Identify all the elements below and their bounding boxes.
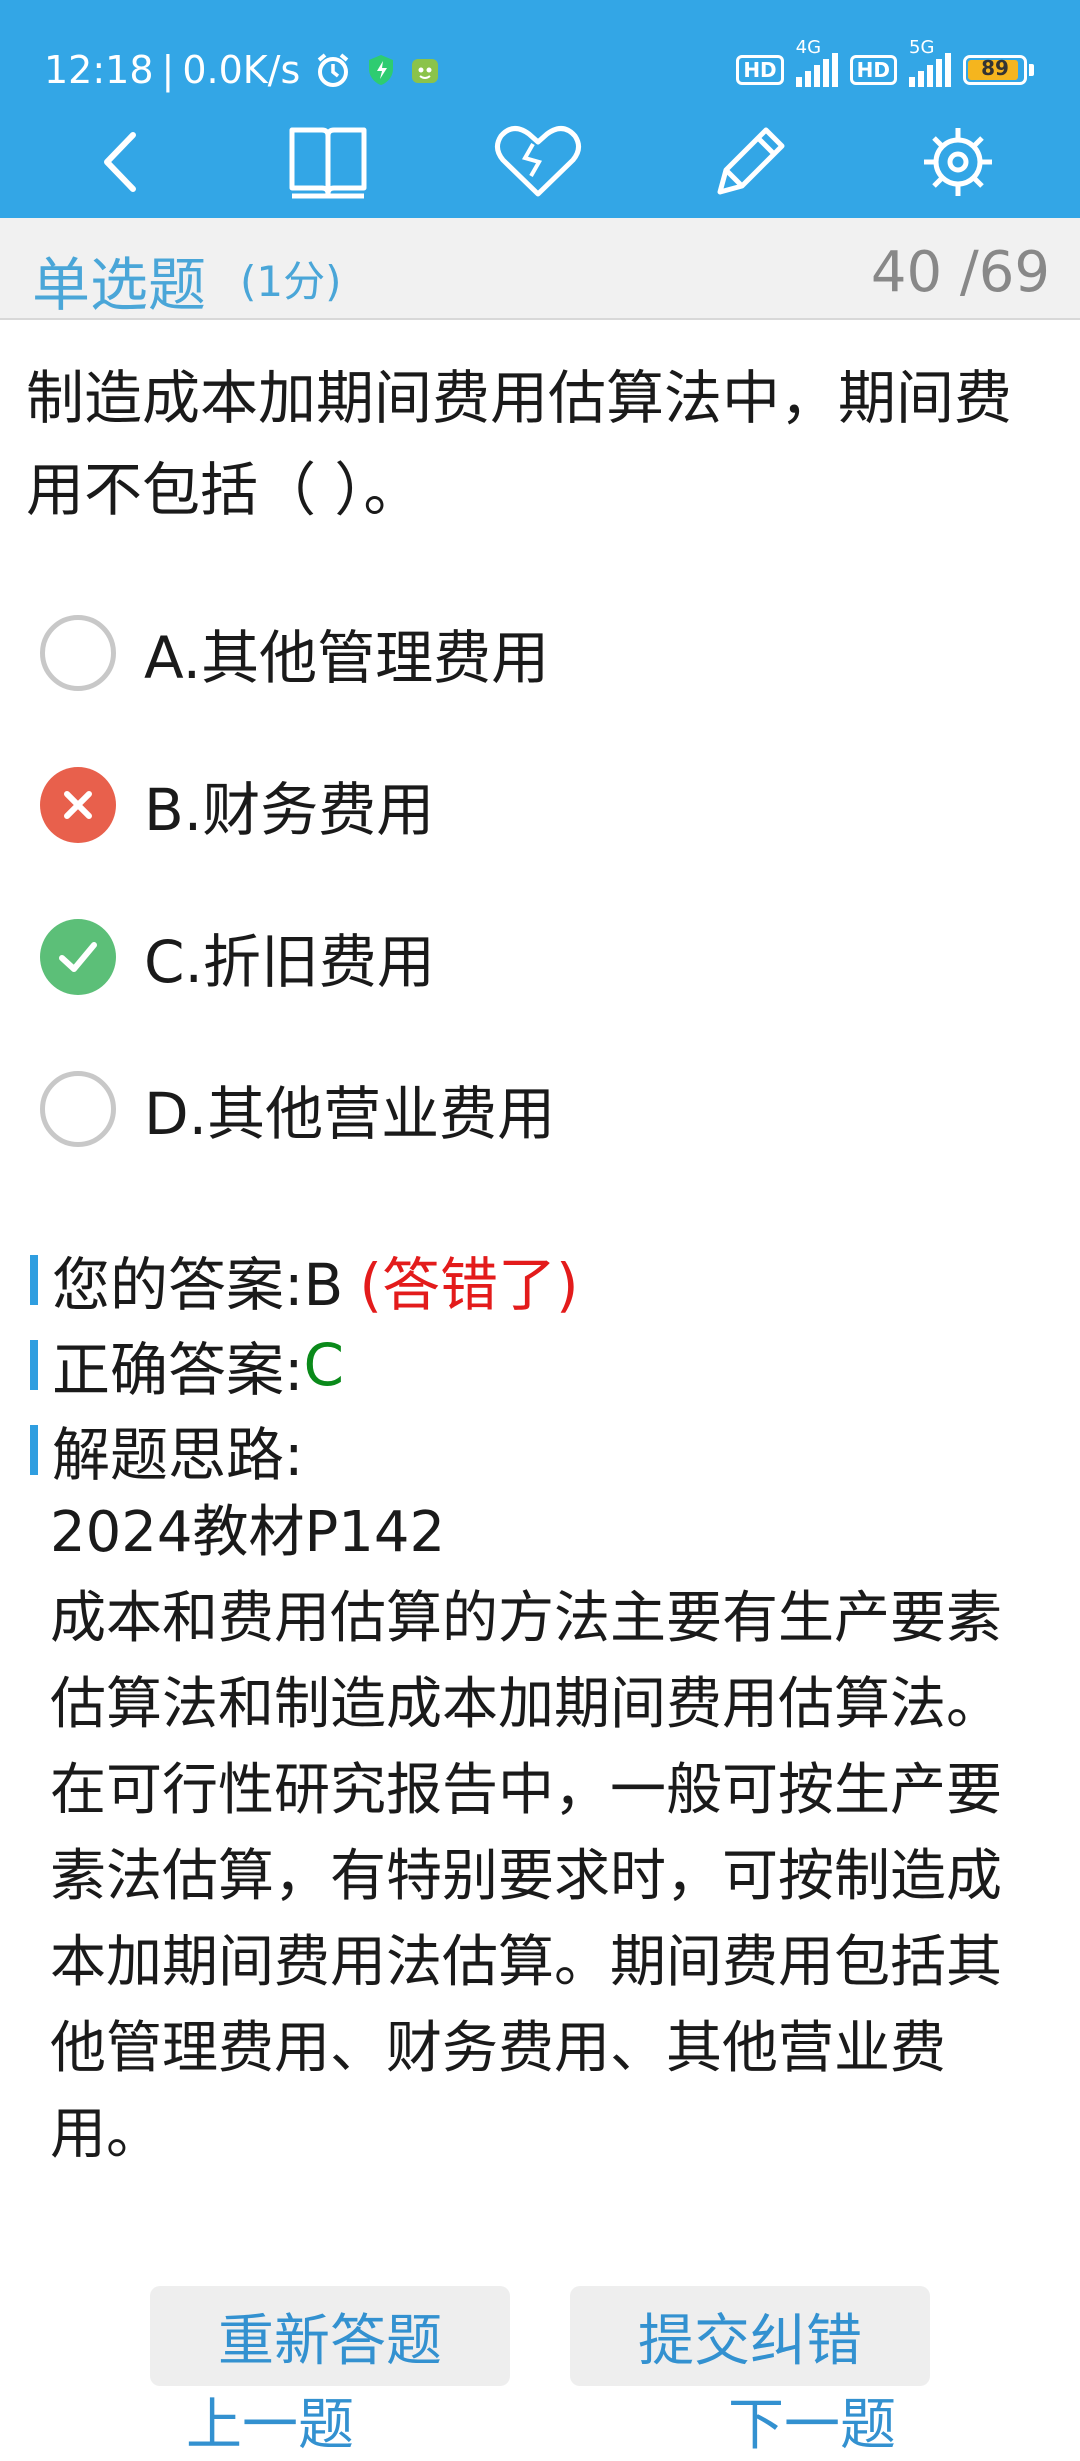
option-c[interactable]: C.折旧费用 — [40, 912, 940, 1002]
alarm-icon — [314, 51, 352, 89]
hd-badge: HD — [736, 55, 784, 85]
answer-status: (答错了) — [359, 1251, 579, 1319]
back-icon[interactable] — [70, 112, 170, 212]
option-d[interactable]: D.其他营业费用 — [40, 1064, 940, 1154]
correct-answer-row: 正确答案: C — [30, 1325, 344, 1405]
option-label: D.其他营业费用 — [144, 1080, 556, 1148]
option-a[interactable]: A.其他管理费用 — [40, 608, 940, 698]
question-progress: 40 /69 — [870, 240, 1050, 305]
hd-badge-2: HD — [849, 55, 897, 85]
explanation-heading: 解题思路: — [52, 1421, 304, 1489]
prev-question-link[interactable]: 上一题 — [186, 2380, 354, 2461]
accent-bar — [30, 1255, 38, 1305]
battery-level: 89 — [981, 56, 1009, 80]
status-separator: | — [161, 48, 175, 92]
signal-bars-icon — [795, 53, 838, 87]
radio-empty-icon[interactable] — [40, 1071, 116, 1147]
question-text: 制造成本加期间费用估算法中，期间费用不包括（ ）。 — [26, 364, 1013, 524]
status-time: 12:18 — [44, 48, 154, 92]
pencil-icon[interactable] — [700, 112, 800, 212]
redo-button[interactable]: 重新答题 — [150, 2286, 510, 2386]
wrong-x-icon[interactable] — [40, 767, 116, 843]
battery-icon: 89 — [963, 55, 1034, 85]
heart-icon[interactable] — [488, 112, 588, 212]
correct-answer-value: C — [303, 1331, 345, 1399]
status-net-speed: 0.0K/s — [182, 48, 301, 92]
settings-icon[interactable] — [908, 112, 1008, 212]
app-notification-icon — [410, 55, 440, 85]
option-label: A.其他管理费用 — [144, 624, 550, 692]
explanation-heading-row: 解题思路: — [30, 1410, 304, 1490]
signal-5g: 5G — [909, 37, 951, 87]
correct-check-icon[interactable] — [40, 919, 116, 995]
option-b[interactable]: B.财务费用 — [40, 760, 940, 850]
net-5g-label: 5G — [909, 37, 935, 58]
status-bar: 12:18 | 0.0K/s — [44, 40, 440, 100]
question-type: 单选题 — [32, 251, 207, 319]
status-right: HD 4G HD 5G 89 — [736, 37, 1034, 100]
signal-bars-icon-2 — [909, 53, 951, 87]
net-4g-label: 4G — [795, 37, 822, 58]
accent-bar — [30, 1340, 38, 1390]
radio-empty-icon[interactable] — [40, 615, 116, 691]
toolbar — [0, 112, 1080, 212]
shield-bolt-icon — [366, 53, 396, 87]
option-label: C.折旧费用 — [144, 928, 435, 996]
question-header: 单选题 (1分) 40 /69 — [0, 218, 1080, 320]
explanation-text: 2024教材P142 成本和费用估算的方法主要有生产要素估算法和制造成本加期间费… — [50, 1500, 1002, 2167]
your-answer-label: 您的答案:B — [52, 1251, 344, 1319]
question-score: (1分) — [240, 257, 342, 306]
report-error-button[interactable]: 提交纠错 — [570, 2286, 930, 2386]
option-label: B.财务费用 — [144, 776, 435, 844]
signal-4g: 4G — [795, 37, 838, 87]
next-question-link[interactable]: 下一题 — [728, 2380, 896, 2461]
correct-answer-label: 正确答案: — [52, 1336, 304, 1404]
accent-bar — [30, 1425, 38, 1475]
your-answer-row: 您的答案:B (答错了) — [30, 1240, 579, 1320]
app-top-bar: 12:18 | 0.0K/s HD 4G HD 5G 89 — [0, 0, 1080, 218]
book-icon[interactable] — [278, 112, 378, 212]
